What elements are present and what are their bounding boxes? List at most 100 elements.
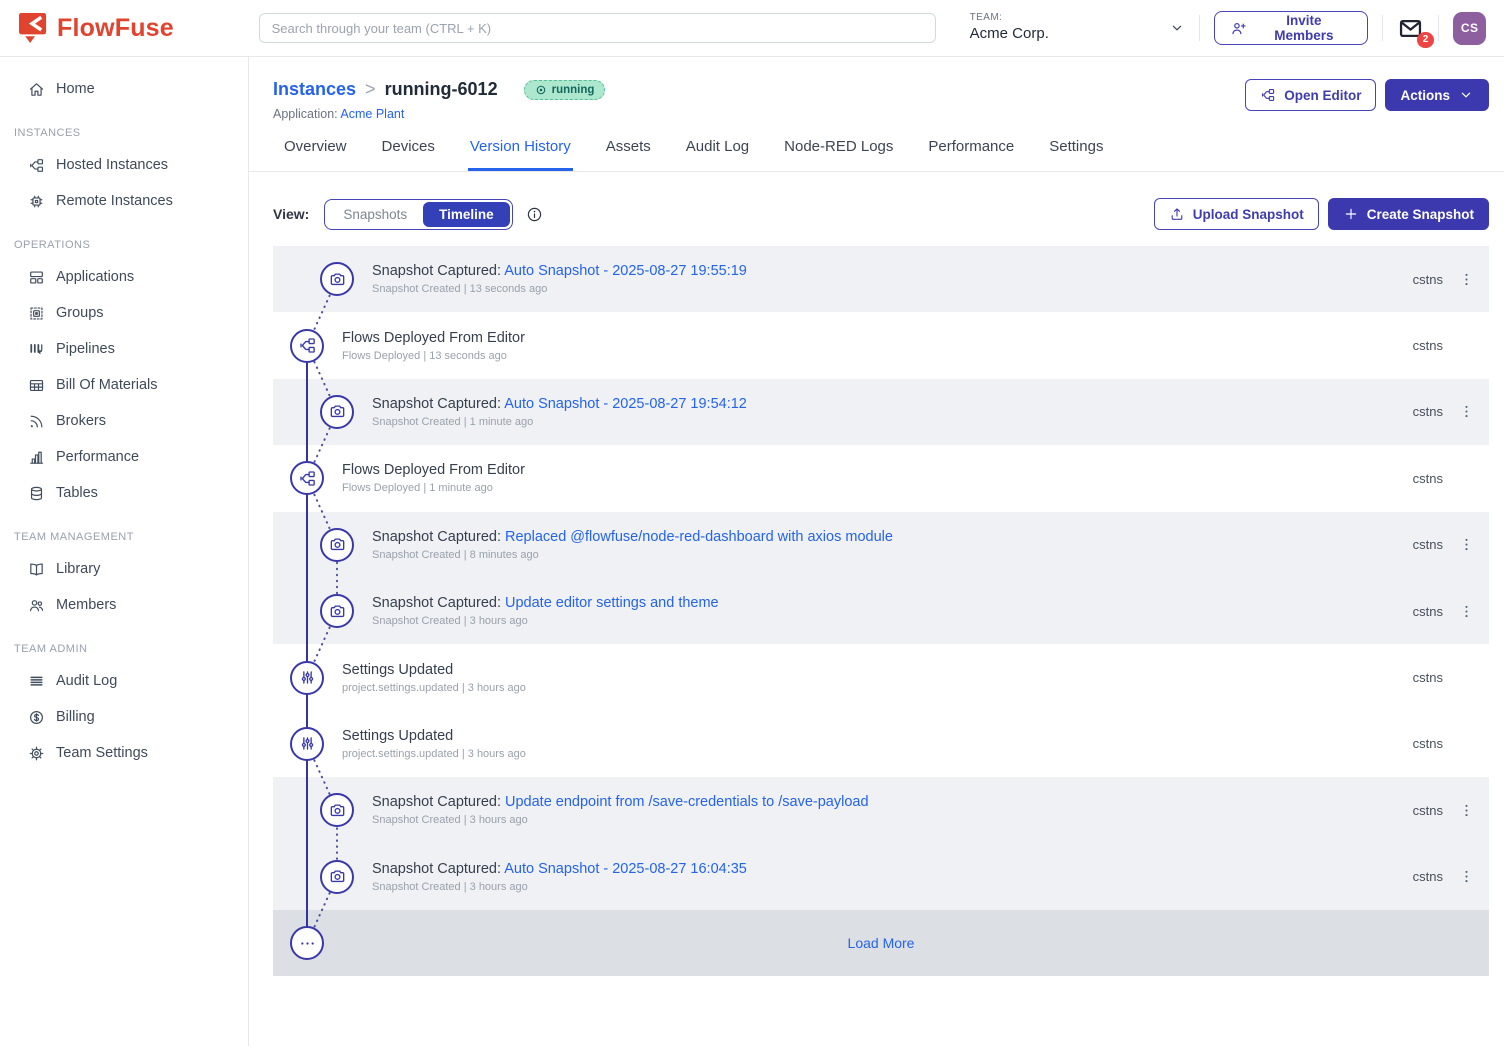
row-menu-button[interactable] [1443,868,1489,885]
sidebar-item-members[interactable]: Members [0,587,248,623]
tab-performance[interactable]: Performance [926,136,1016,171]
row-menu-button[interactable] [1443,271,1489,288]
kebab-icon [1458,868,1475,885]
row-meta: Snapshot Created | 13 seconds ago [372,283,747,295]
row-menu-button[interactable] [1443,403,1489,420]
sidebar-item-label: Home [56,81,95,97]
row-title: Settings Updated [342,662,526,678]
timeline-row: Settings Updated project.settings.updated… [273,644,1489,710]
sidebar-item-hosted-instances[interactable]: Hosted Instances [0,147,248,183]
title-prefix: Snapshot Captured: [372,794,505,810]
sidebar-item-label: Remote Instances [56,193,173,209]
tab-audit-log[interactable]: Audit Log [684,136,751,171]
brand-name: FlowFuse [57,14,174,43]
home-icon [28,81,45,98]
actions-button[interactable]: Actions [1385,79,1489,111]
sidebar-item-applications[interactable]: Applications [0,259,248,295]
timeline-row: Snapshot Captured: Auto Snapshot - 2025-… [273,844,1489,910]
row-meta: project.settings.updated | 3 hours ago [342,682,526,694]
view-toggle-snapshots[interactable]: Snapshots [327,202,423,227]
flows-icon [290,329,324,363]
divider [1382,15,1383,41]
camera-icon [320,528,354,562]
tab-devices[interactable]: Devices [380,136,437,171]
upload-snapshot-button[interactable]: Upload Snapshot [1154,198,1319,230]
title-text: Flows Deployed From Editor [342,462,525,478]
flowfuse-logo-icon [18,12,49,45]
timeline-row: Snapshot Captured: Update editor setting… [273,578,1489,644]
row-title: Snapshot Captured: Update endpoint from … [372,794,869,810]
info-icon[interactable] [526,206,543,223]
instance-name: running-6012 [385,79,498,100]
sidebar-item-groups[interactable]: Groups [0,295,248,331]
load-more-link[interactable]: Load More [273,935,1489,951]
tab-version-history[interactable]: Version History [468,136,573,171]
sliders-icon [290,727,324,761]
sidebar-item-bill-of-materials[interactable]: Bill Of Materials [0,367,248,403]
sidebar-item-remote-instances[interactable]: Remote Instances [0,183,248,219]
snapshot-link[interactable]: Auto Snapshot - 2025-08-27 19:55:19 [504,263,747,279]
timeline-table: Snapshot Captured: Auto Snapshot - 2025-… [273,246,1489,976]
sidebar-item-audit-log[interactable]: Audit Log [0,663,248,699]
view-toggle-timeline[interactable]: Timeline [423,202,510,227]
sidebar-item-team-settings[interactable]: Team Settings [0,735,248,771]
tab-settings[interactable]: Settings [1047,136,1105,171]
sliders-icon [290,661,324,695]
team-selector[interactable]: TEAM: Acme Corp. [970,12,1186,43]
tab-node-red-logs[interactable]: Node-RED Logs [782,136,895,171]
flows-icon [1260,87,1276,103]
snapshot-link[interactable]: Auto Snapshot - 2025-08-27 16:04:35 [504,861,747,877]
row-user: cstns [1413,736,1443,751]
row-user: cstns [1413,272,1443,287]
billing-icon [28,709,45,726]
sidebar-item-pipelines[interactable]: Pipelines [0,331,248,367]
row-title: Flows Deployed From Editor [342,462,525,478]
title-text: Settings Updated [342,728,453,744]
snapshot-link[interactable]: Auto Snapshot - 2025-08-27 19:54:12 [504,396,747,412]
brokers-icon [28,413,45,430]
sidebar-item-tables[interactable]: Tables [0,475,248,511]
snapshot-link[interactable]: Replaced @flowfuse/node-red-dashboard wi… [505,529,893,545]
row-title: Flows Deployed From Editor [342,330,525,346]
invite-members-button[interactable]: Invite Members [1214,11,1368,45]
user-avatar[interactable]: CS [1453,12,1486,45]
tab-overview[interactable]: Overview [282,136,349,171]
flowfuse-logo[interactable]: FlowFuse [0,12,247,45]
title-prefix: Snapshot Captured: [372,263,504,279]
sidebar-item-label: Pipelines [56,341,115,357]
sidebar-item-billing[interactable]: Billing [0,699,248,735]
title-prefix: Snapshot Captured: [372,595,505,611]
row-menu-button[interactable] [1443,802,1489,819]
sidebar-section-header: TEAM MANAGEMENT [0,511,248,551]
upload-icon [1169,206,1185,222]
timeline-row: Snapshot Captured: Update endpoint from … [273,777,1489,843]
sidebar-item-brokers[interactable]: Brokers [0,403,248,439]
sidebar-item-label: Performance [56,449,139,465]
sidebar-item-label: Members [56,597,116,613]
search-input[interactable] [259,13,936,43]
timeline-row: Flows Deployed From EditorFlows Deployed… [273,312,1489,378]
kebab-icon [1458,536,1475,553]
tab-assets[interactable]: Assets [604,136,653,171]
chevron-down-icon [1458,87,1474,103]
application-link[interactable]: Acme Plant [340,107,404,121]
create-snapshot-button[interactable]: Create Snapshot [1328,198,1489,230]
sidebar-item-performance[interactable]: Performance [0,439,248,475]
row-user: cstns [1413,471,1443,486]
notifications-button[interactable]: 2 [1397,15,1424,42]
row-menu-button[interactable] [1443,603,1489,620]
audit-icon [28,673,45,690]
row-menu-button[interactable] [1443,536,1489,553]
sidebar-item-label: Audit Log [56,673,117,689]
title-prefix: Snapshot Captured: [372,396,504,412]
breadcrumb-instances-link[interactable]: Instances [273,79,356,100]
sidebar-item-home[interactable]: Home [0,71,248,107]
status-dot-icon [535,84,547,96]
camera-icon [320,793,354,827]
row-meta: Snapshot Created | 3 hours ago [372,881,747,893]
sidebar-item-library[interactable]: Library [0,551,248,587]
snapshot-link[interactable]: Update editor settings and theme [505,595,719,611]
sidebar-item-label: Library [56,561,100,577]
snapshot-link[interactable]: Update endpoint from /save-credentials t… [505,794,869,810]
open-editor-button[interactable]: Open Editor [1245,79,1376,111]
